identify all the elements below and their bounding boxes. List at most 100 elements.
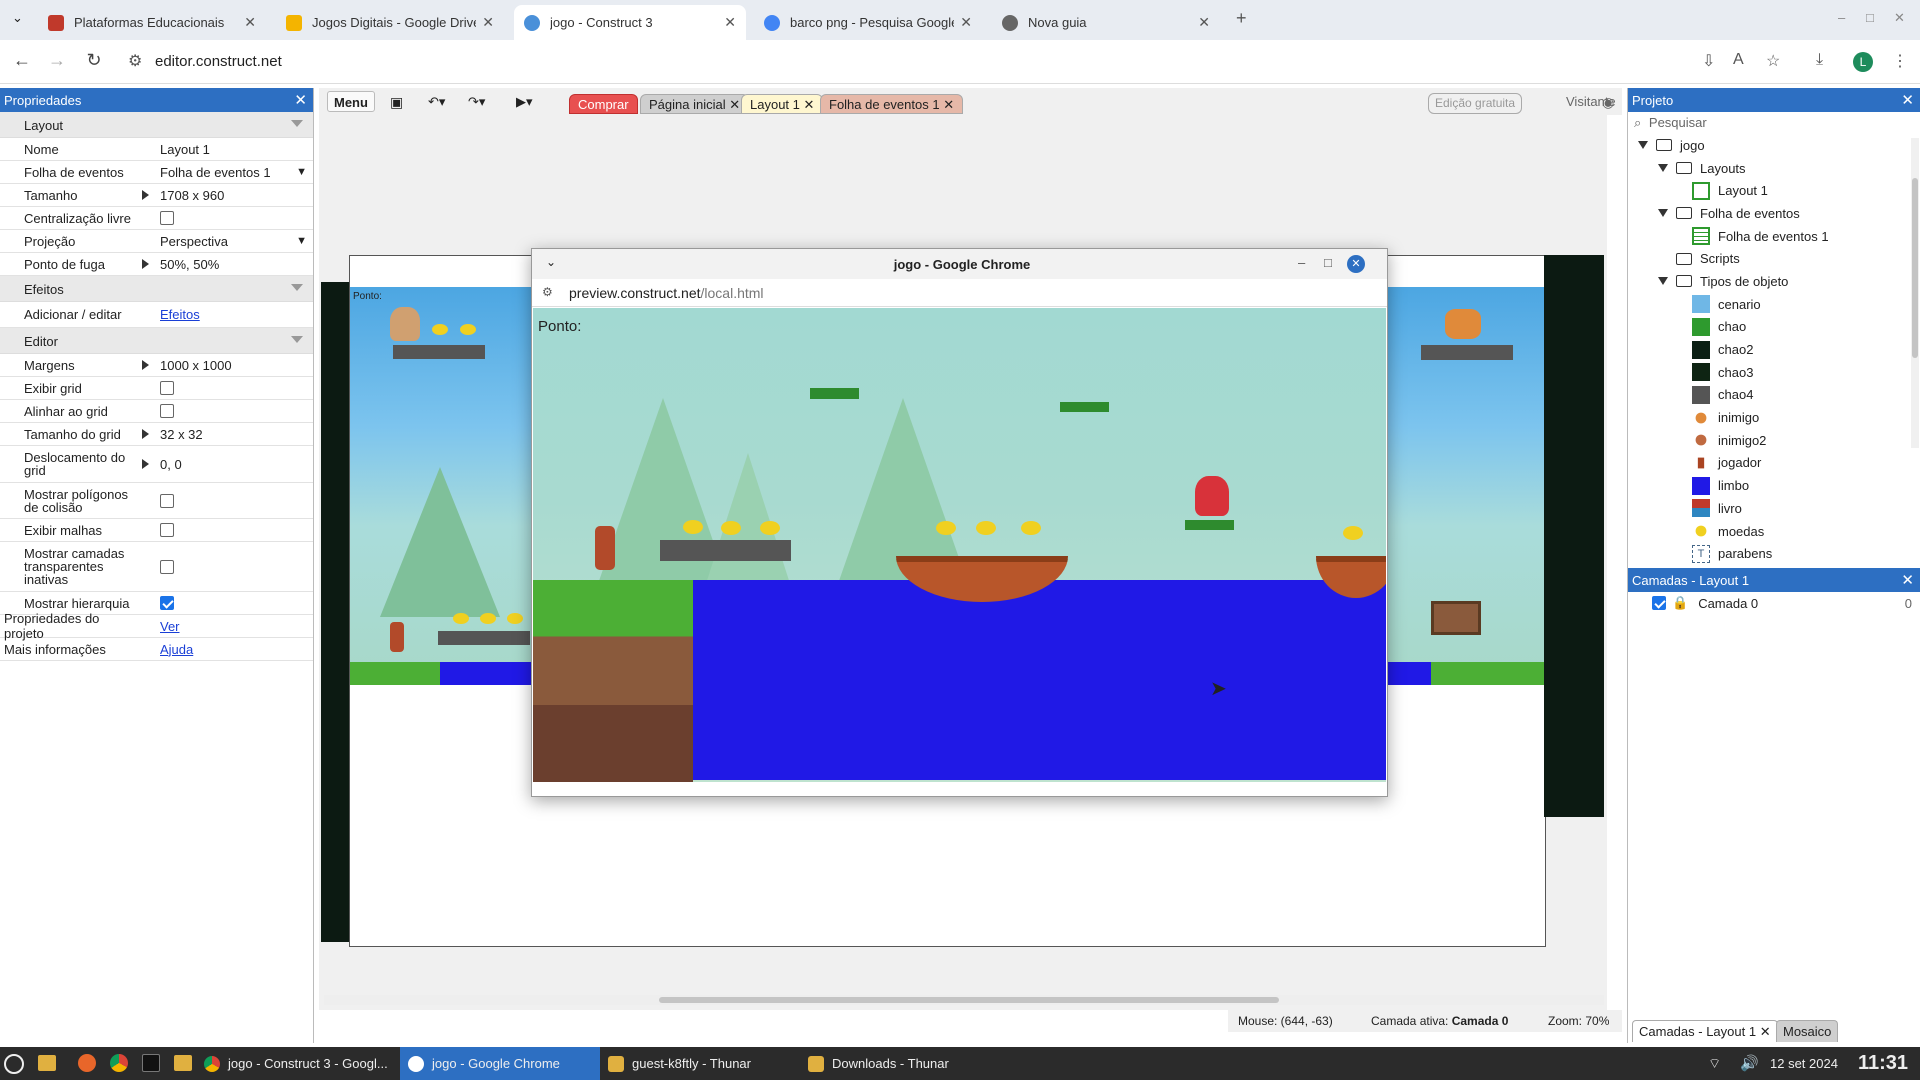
tree-item-object[interactable]: cenario xyxy=(1628,293,1920,316)
preview-chrome-window[interactable]: ⌄ jogo - Google Chrome – □ ✕ ⚙ preview.c… xyxy=(531,248,1388,797)
prop-value-wrap[interactable]: 50%, 50% xyxy=(136,253,313,275)
terminal-icon[interactable] xyxy=(142,1054,160,1072)
expand-arrow-icon[interactable] xyxy=(142,360,149,370)
expand-triangle-icon[interactable] xyxy=(1638,141,1648,150)
tree-item-object[interactable]: chao2 xyxy=(1628,338,1920,361)
collapse-triangle-icon[interactable] xyxy=(291,120,303,127)
close-tab-icon[interactable]: ✕ xyxy=(482,14,494,31)
tree-item-object[interactable]: chao3 xyxy=(1628,361,1920,384)
downloads-icon[interactable]: ⤓ xyxy=(1816,51,1823,69)
section-editor[interactable]: Editor xyxy=(0,328,313,354)
section-efeitos[interactable]: Efeitos xyxy=(0,276,313,302)
install-app-icon[interactable]: ⇩ xyxy=(1702,51,1715,71)
close-panel-icon[interactable]: ✕ xyxy=(1901,571,1914,589)
chrome-icon[interactable] xyxy=(110,1054,128,1072)
redo-icon[interactable]: ↷▾ xyxy=(462,91,491,112)
undo-icon[interactable]: ↶▾ xyxy=(422,91,451,112)
firefox-icon[interactable] xyxy=(78,1054,96,1072)
expand-triangle-icon[interactable] xyxy=(1658,209,1668,218)
close-tab-icon[interactable]: ✕ xyxy=(1198,14,1210,31)
prop-value-wrap[interactable]: 1000 x 1000 xyxy=(136,354,313,376)
search-input[interactable]: Pesquisar xyxy=(1649,115,1707,130)
folder-icon[interactable] xyxy=(174,1055,192,1071)
expand-arrow-icon[interactable] xyxy=(142,459,149,469)
close-tab-icon[interactable]: ✕ xyxy=(960,14,972,31)
preview-url[interactable]: preview.construct.net/local.html xyxy=(569,285,764,301)
translate-icon[interactable]: A xyxy=(1733,51,1744,69)
camadas-checkbox[interactable] xyxy=(160,559,174,574)
taskbar-item-construct[interactable]: jogo - Construct 3 - Googl... xyxy=(196,1047,396,1080)
expand-triangle-icon[interactable] xyxy=(1658,164,1668,173)
tree-item-object[interactable]: limbo xyxy=(1628,474,1920,497)
minimize-window-icon[interactable]: – xyxy=(1838,10,1845,25)
close-tab-icon[interactable]: ✕ xyxy=(943,97,954,112)
tree-item-scripts[interactable]: Scripts xyxy=(1628,247,1920,270)
close-tab-icon[interactable]: ✕ xyxy=(1760,1024,1771,1039)
tree-item-object[interactable]: Tparabens xyxy=(1628,542,1920,565)
tree-scrollbar[interactable] xyxy=(1911,138,1919,448)
close-tab-icon[interactable]: ✕ xyxy=(244,14,256,31)
menu-button[interactable]: Menu xyxy=(327,91,375,112)
comprar-button[interactable]: Comprar xyxy=(569,94,638,114)
tree-item-object[interactable]: jogador xyxy=(1628,452,1920,475)
expand-arrow-icon[interactable] xyxy=(142,429,149,439)
efeitos-link[interactable]: Efeitos xyxy=(160,307,200,322)
tab-folha-eventos-1[interactable]: Folha de eventos 1 ✕ xyxy=(820,94,964,114)
wifi-icon[interactable]: ⌔ xyxy=(1708,1055,1721,1073)
tree-item-object[interactable]: moedas xyxy=(1628,520,1920,543)
close-window-icon[interactable]: ✕ xyxy=(1894,10,1905,26)
layer-visible-checkbox[interactable] xyxy=(1652,596,1666,610)
maximize-window-icon[interactable]: □ xyxy=(1866,10,1874,25)
centralizacao-checkbox[interactable] xyxy=(160,211,174,225)
expand-triangle-icon[interactable] xyxy=(1658,277,1668,286)
close-tab-icon[interactable]: ✕ xyxy=(729,97,740,112)
alinhar-grid-checkbox[interactable] xyxy=(160,404,174,418)
tree-item-layouts[interactable]: Layouts xyxy=(1628,157,1920,180)
ver-link[interactable]: Ver xyxy=(160,619,180,634)
site-info-icon[interactable]: ⚙ xyxy=(542,285,553,299)
tab-search-chevron-icon[interactable]: ⌄ xyxy=(12,10,23,26)
scrollbar-thumb[interactable] xyxy=(1912,178,1918,358)
browser-tab-drive[interactable]: Jogos Digitais - Google Drive ✕ xyxy=(276,5,504,40)
tree-item-object[interactable]: inimigo xyxy=(1628,406,1920,429)
game-viewport[interactable]: Ponto: ➤ xyxy=(533,308,1386,782)
reload-icon[interactable]: ↻ xyxy=(82,50,106,71)
prop-value-wrap[interactable]: 0, 0 xyxy=(136,446,313,482)
tree-item-object[interactable]: chao xyxy=(1628,316,1920,339)
tree-item-jogo[interactable]: jogo xyxy=(1628,134,1920,157)
expand-arrow-icon[interactable] xyxy=(142,259,149,269)
maximize-icon[interactable]: □ xyxy=(1324,255,1332,270)
edicao-gratuita-badge[interactable]: Edição gratuita xyxy=(1428,93,1523,114)
prop-value-wrap[interactable]: 32 x 32 xyxy=(136,423,313,445)
volume-icon[interactable]: 🔊 xyxy=(1740,1054,1759,1072)
user-account-icon[interactable]: ◉ xyxy=(1596,91,1620,112)
section-layout[interactable]: Layout xyxy=(0,112,313,138)
scrollbar-thumb[interactable] xyxy=(659,997,1279,1003)
close-panel-icon[interactable]: ✕ xyxy=(1901,91,1914,109)
poligonos-checkbox[interactable] xyxy=(160,493,174,508)
prop-select[interactable]: Folha de eventos 1 ▼ xyxy=(136,161,313,183)
lock-icon[interactable]: 🔒 xyxy=(1672,595,1688,611)
prop-value-wrap[interactable]: 1708 x 960 xyxy=(136,184,313,206)
project-search[interactable]: ⌕ Pesquisar xyxy=(1628,112,1920,134)
collapse-triangle-icon[interactable] xyxy=(291,336,303,343)
tab-pagina-inicial[interactable]: Página inicial ✕ xyxy=(640,94,750,114)
tree-item-layout-1[interactable]: Layout 1 xyxy=(1628,179,1920,202)
hierarquia-checkbox[interactable] xyxy=(160,596,174,610)
exibir-grid-checkbox[interactable] xyxy=(160,381,174,395)
new-tab-plus-icon[interactable]: + xyxy=(1236,8,1247,29)
tree-item-object[interactable]: inimigo2 xyxy=(1628,429,1920,452)
chevron-down-icon[interactable]: ⌄ xyxy=(546,255,556,269)
malhas-checkbox[interactable] xyxy=(160,523,174,537)
close-tab-icon[interactable]: ✕ xyxy=(724,14,736,31)
minimize-icon[interactable]: – xyxy=(1298,255,1305,270)
back-arrow-icon[interactable]: ← xyxy=(10,50,34,71)
ajuda-link[interactable]: Ajuda xyxy=(160,642,193,657)
files-icon[interactable] xyxy=(38,1055,56,1071)
url-field[interactable]: editor.construct.net xyxy=(155,53,282,70)
bottom-tab-mosaico[interactable]: Mosaico xyxy=(1776,1020,1839,1042)
browser-tab-plataformas[interactable]: Plataformas Educacionais ✕ xyxy=(38,5,266,40)
prop-value[interactable]: Layout 1 xyxy=(136,138,313,160)
tab-layout-1[interactable]: Layout 1 ✕ xyxy=(741,94,824,114)
site-info-icon[interactable]: ⚙ xyxy=(128,51,142,71)
